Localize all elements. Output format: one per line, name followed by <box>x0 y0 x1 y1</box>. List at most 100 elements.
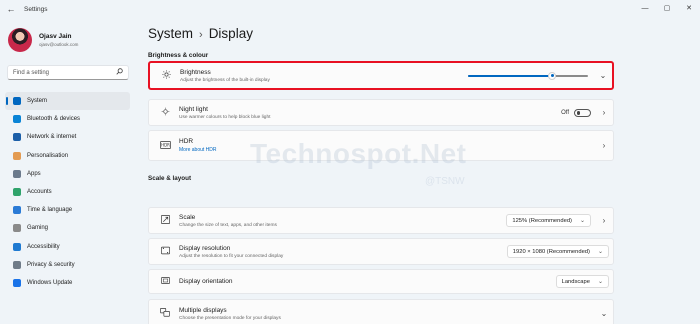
scale-subtitle: Change the size of text, apps, and other… <box>179 222 277 228</box>
back-arrow-icon[interactable]: ← <box>2 4 20 14</box>
night-light-subtitle: Use warmer colours to help block blue li… <box>179 114 271 120</box>
chevron-down-icon: ⌄ <box>579 218 585 224</box>
wifi-icon <box>13 133 21 142</box>
scale-select[interactable]: 125% (Recommended) ⌄ <box>506 214 591 227</box>
multiple-displays-subtitle: Choose the presentation mode for your di… <box>179 315 281 321</box>
nav-list: System Bluetooth & devices Network & inter… <box>5 92 130 292</box>
apps-icon <box>13 169 21 178</box>
sidebar-item-label: Privacy & security <box>27 261 75 268</box>
globe-clock-icon <box>13 206 21 215</box>
slider-thumb[interactable] <box>548 71 556 80</box>
resolution-select[interactable]: 1920 × 1080 (Recommended) ⌄ <box>506 245 609 258</box>
orientation-value: Landscape <box>561 278 590 285</box>
orientation-select[interactable]: Landscape ⌄ <box>555 275 609 288</box>
chevron-down-icon[interactable]: ⌄ <box>594 71 612 80</box>
hdr-icon: HDR <box>155 140 175 151</box>
resolution-value: 1920 × 1080 (Recommended) <box>512 248 590 255</box>
orientation-card[interactable]: Display orientation Landscape ⌄ <box>148 269 614 294</box>
sidebar: Ojasv Jain ojasv@outlook.com Find a sett… <box>0 18 138 324</box>
bluetooth-icon <box>13 115 21 124</box>
scale-icon <box>155 215 175 226</box>
search-placeholder: Find a setting <box>13 69 50 76</box>
sidebar-item-windows-update[interactable]: Windows Update <box>5 274 130 292</box>
person-icon <box>13 188 21 197</box>
multiple-displays-title: Multiple displays <box>179 306 227 314</box>
gamepad-icon <box>13 224 21 233</box>
resolution-subtitle: Adjust the resolution to fit your connec… <box>179 253 284 259</box>
app-title: Settings <box>24 5 48 13</box>
hdr-title: HDR <box>179 138 194 145</box>
sidebar-item-bluetooth-devices[interactable]: Bluetooth & devices <box>5 110 130 128</box>
hdr-card[interactable]: HDR HDR More about HDR › <box>148 130 614 161</box>
chevron-right-icon[interactable]: › <box>595 141 613 150</box>
sidebar-item-label: Time & language <box>27 207 73 214</box>
chevron-right-icon[interactable]: › <box>595 216 613 225</box>
sidebar-item-label: Gaming <box>27 225 49 232</box>
night-light-state: Off <box>561 109 569 116</box>
page-title: Display <box>208 26 253 41</box>
sidebar-item-label: Personalisation <box>27 152 69 159</box>
sidebar-item-accounts[interactable]: Accounts <box>5 183 130 201</box>
slider-fill <box>468 74 552 77</box>
accessibility-icon <box>13 242 21 251</box>
close-button[interactable]: ✕ <box>678 0 700 18</box>
breadcrumb: System › Display <box>148 26 253 41</box>
maximize-button[interactable]: ▢ <box>656 0 678 18</box>
multi-display-icon <box>155 308 175 319</box>
sidebar-item-accessibility[interactable]: Accessibility <box>5 238 130 256</box>
resolution-title: Display resolution <box>179 244 231 252</box>
user-name: Ojasv Jain <box>39 33 72 40</box>
night-light-toggle[interactable] <box>574 108 591 117</box>
sidebar-item-label: Windows Update <box>27 279 73 286</box>
shield-icon <box>13 260 21 269</box>
scale-value: 125% (Recommended) <box>512 217 572 224</box>
brightness-subtitle: Adjust the brightness of the built-in di… <box>180 77 270 83</box>
sun-icon <box>156 70 176 81</box>
section-heading-brightness: Brightness & colour <box>148 52 209 59</box>
sidebar-item-gaming[interactable]: Gaming <box>5 219 130 237</box>
sidebar-item-label: Accounts <box>27 189 52 196</box>
sidebar-item-apps[interactable]: Apps <box>5 165 130 183</box>
chevron-down-icon[interactable]: ⌄ <box>595 309 613 318</box>
resolution-card[interactable]: Display resolution Adjust the resolution… <box>148 238 614 265</box>
sidebar-item-label: System <box>27 98 48 105</box>
minimize-button[interactable]: — <box>634 0 656 18</box>
window-controls: — ▢ ✕ <box>634 0 700 18</box>
sun-dim-icon <box>155 107 175 118</box>
svg-text:HDR: HDR <box>161 142 170 147</box>
section-heading-scale-layout: Scale & layout <box>148 175 192 182</box>
update-icon <box>13 278 21 287</box>
scale-title: Scale <box>179 213 196 221</box>
night-light-title: Night light <box>179 105 208 113</box>
sidebar-item-privacy-security[interactable]: Privacy & security <box>5 256 130 274</box>
orientation-icon <box>155 276 175 287</box>
sidebar-item-label: Bluetooth & devices <box>27 116 81 123</box>
title-bar: ← Settings — ▢ ✕ <box>0 0 700 18</box>
search-input[interactable]: Find a setting <box>7 65 129 80</box>
chevron-down-icon: ⌄ <box>597 249 603 255</box>
sidebar-item-label: Apps <box>27 170 41 177</box>
breadcrumb-parent[interactable]: System <box>148 26 193 41</box>
search-icon <box>116 68 123 77</box>
scale-card[interactable]: Scale Change the size of text, apps, and… <box>148 207 614 234</box>
sidebar-item-system[interactable]: System <box>5 92 130 111</box>
chevron-down-icon: ⌄ <box>597 279 603 285</box>
monitor-icon <box>13 97 21 106</box>
sidebar-item-label: Accessibility <box>27 243 60 250</box>
hdr-link[interactable]: More about HDR <box>179 147 595 153</box>
sidebar-item-network-internet[interactable]: Network & internet <box>5 128 130 146</box>
brightness-slider[interactable] <box>468 71 588 80</box>
sidebar-item-personalisation[interactable]: Personalisation <box>5 147 130 165</box>
brightness-title: Brightness <box>180 68 211 76</box>
sidebar-item-time-language[interactable]: Time & language <box>5 201 130 219</box>
orientation-title: Display orientation <box>179 278 233 285</box>
watermark-handle: @TSNW <box>425 176 465 187</box>
user-profile[interactable]: Ojasv Jain ojasv@outlook.com <box>8 28 78 52</box>
multiple-displays-card[interactable]: Multiple displays Choose the presentatio… <box>148 299 614 324</box>
chevron-right-icon[interactable]: › <box>595 108 613 117</box>
brightness-card[interactable]: Brightness Adjust the brightness of the … <box>148 61 614 90</box>
resolution-icon <box>155 246 175 257</box>
night-light-card[interactable]: Night light Use warmer colours to help b… <box>148 99 614 126</box>
sidebar-item-label: Network & internet <box>27 134 77 141</box>
brush-icon <box>13 151 21 160</box>
